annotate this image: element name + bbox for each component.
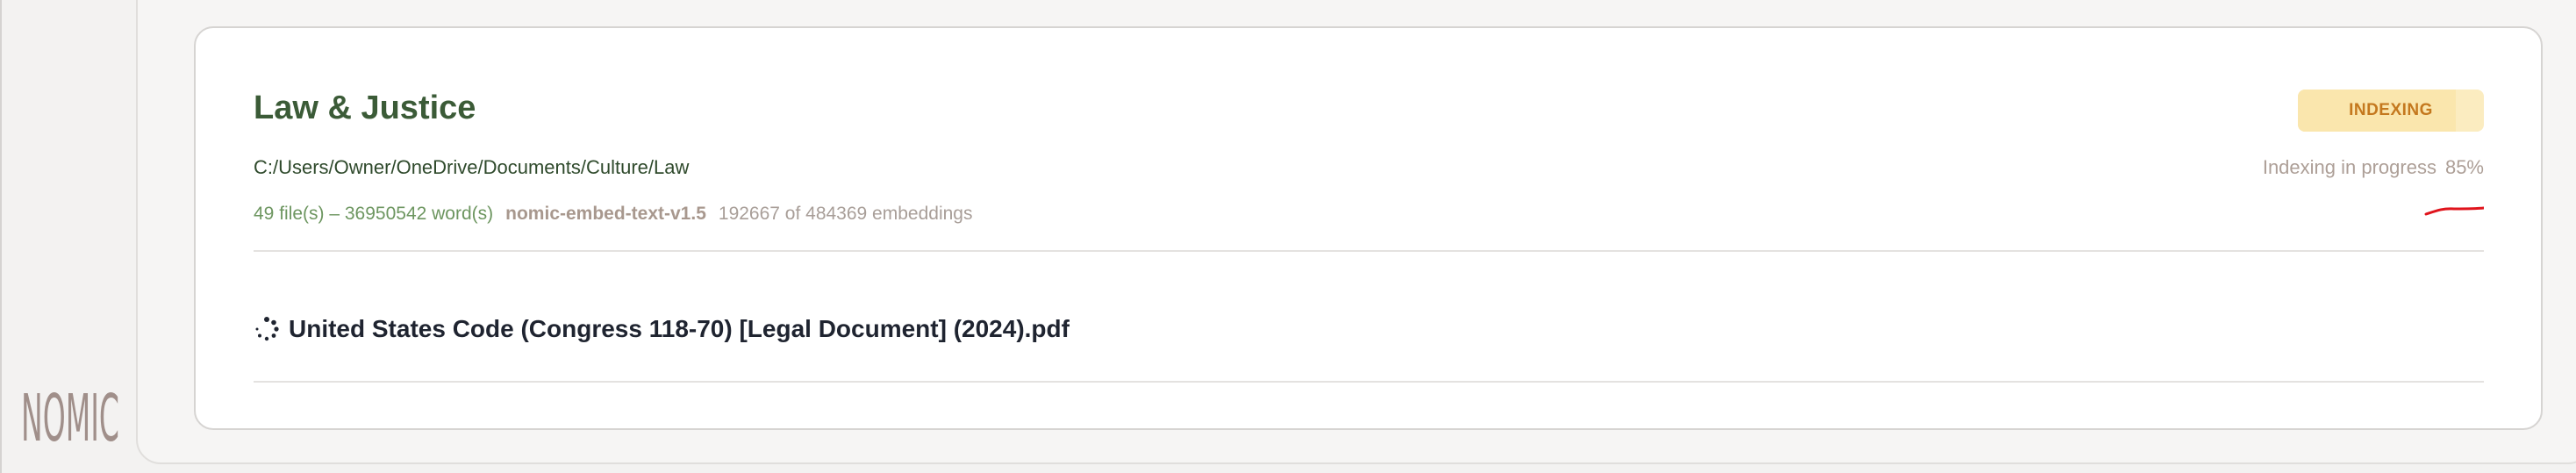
file-list-item[interactable]: United States Code (Congress 118-70) [Le… (254, 315, 1070, 343)
collection-path: C:/Users/Owner/OneDrive/Documents/Cultur… (254, 156, 690, 178)
indexing-progress: Indexing in progress 85% (2263, 156, 2484, 179)
status-badge: INDEXING (2298, 90, 2484, 132)
embeddings-count: 192667 of 484369 embeddings (718, 204, 973, 224)
divider (254, 381, 2484, 383)
left-sidebar: NOMIC (0, 0, 136, 473)
status-badge-label: INDEXING (2349, 101, 2433, 119)
loading-spinner-icon (255, 317, 279, 341)
collection-title: Law & Justice (254, 90, 476, 126)
files-words-count: 49 file(s) – 36950542 word(s) (254, 204, 494, 224)
collection-stats: 49 file(s) – 36950542 word(s) nomic-embed… (254, 204, 972, 225)
collection-card-content: Law & Justice INDEXING C:/Users/Owner/On… (254, 28, 2484, 405)
nomic-logo[interactable]: NOMIC (19, 377, 121, 448)
embedding-model-name: nomic-embed-text-v1.5 (505, 204, 706, 224)
divider (254, 250, 2484, 252)
red-underline-annotation (2424, 206, 2484, 216)
indexing-progress-percent: 85% (2444, 156, 2484, 178)
nomic-logo-text: NOMIC (21, 381, 119, 448)
indexing-progress-label: Indexing in progress (2262, 156, 2436, 178)
file-name: United States Code (Congress 118-70) [Le… (289, 315, 1070, 342)
collection-card: Law & Justice INDEXING C:/Users/Owner/On… (194, 26, 2543, 430)
